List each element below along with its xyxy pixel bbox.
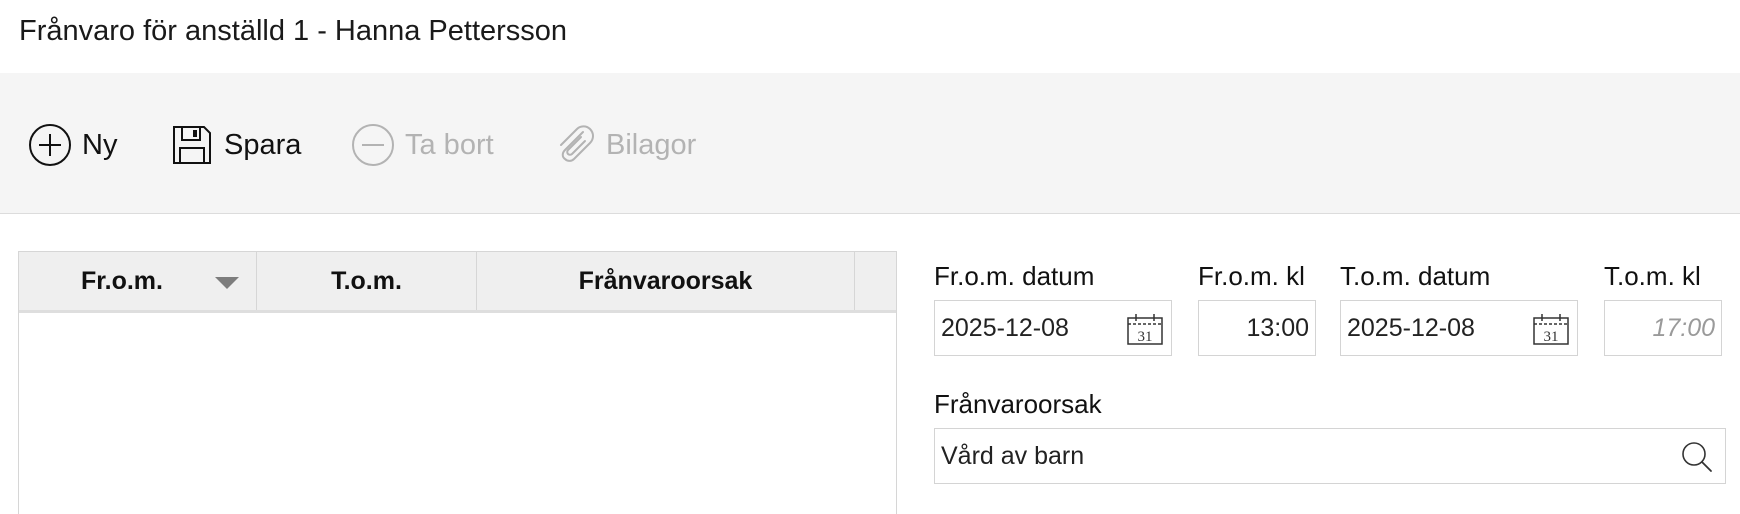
from-time-field[interactable]	[1198, 300, 1316, 356]
paperclip-icon	[552, 123, 596, 167]
to-time-field[interactable]	[1604, 300, 1722, 356]
column-header-from[interactable]: Fr.o.m.	[19, 252, 257, 310]
reason-input[interactable]	[941, 429, 1661, 483]
save-button-label: Spara	[224, 128, 302, 161]
from-date-label: Fr.o.m. datum	[934, 261, 1095, 291]
sort-descending-icon	[215, 277, 239, 289]
to-time-input[interactable]	[1611, 301, 1715, 355]
svg-text:31: 31	[1138, 329, 1153, 345]
new-button[interactable]: Ny	[28, 117, 117, 173]
reason-field[interactable]	[934, 428, 1726, 484]
search-icon[interactable]	[1681, 441, 1713, 473]
from-time-input[interactable]	[1205, 301, 1309, 355]
column-header-to[interactable]: T.o.m.	[257, 252, 477, 310]
reason-label: Frånvaroorsak	[934, 389, 1102, 419]
absence-table: Fr.o.m. T.o.m. Frånvaroorsak	[18, 251, 897, 514]
floppy-disk-icon	[170, 123, 214, 167]
new-button-label: Ny	[82, 128, 118, 161]
plus-circle-icon	[28, 123, 72, 167]
attachments-button-label: Bilagor	[606, 128, 697, 161]
column-header-from-label: Fr.o.m.	[81, 267, 163, 295]
absence-dialog: Frånvaro för anställd 1 - Hanna Petterss…	[0, 0, 1740, 514]
save-button[interactable]: Spara	[170, 117, 301, 173]
column-header-reason[interactable]: Frånvaroorsak	[477, 252, 855, 310]
from-time-label: Fr.o.m. kl	[1198, 261, 1305, 291]
minus-circle-icon	[351, 123, 395, 167]
page-title: Frånvaro för anställd 1 - Hanna Petterss…	[19, 15, 568, 47]
to-time-label: T.o.m. kl	[1604, 261, 1701, 291]
delete-button-label: Ta bort	[405, 128, 494, 161]
to-date-input[interactable]	[1347, 301, 1527, 355]
toolbar: Ny Spara Ta bort Bilagor	[0, 73, 1740, 214]
to-date-label: T.o.m. datum	[1340, 261, 1491, 291]
from-date-field[interactable]: 31	[934, 300, 1172, 356]
attachments-button[interactable]: Bilagor	[552, 117, 696, 173]
table-header: Fr.o.m. T.o.m. Frånvaroorsak	[19, 252, 896, 313]
calendar-icon[interactable]: 31	[1127, 313, 1163, 345]
from-date-input[interactable]	[941, 301, 1121, 355]
calendar-icon[interactable]: 31	[1533, 313, 1569, 345]
svg-text:31: 31	[1544, 329, 1559, 345]
delete-button[interactable]: Ta bort	[351, 117, 494, 173]
column-header-extra[interactable]	[855, 252, 896, 310]
to-date-field[interactable]: 31	[1340, 300, 1578, 356]
